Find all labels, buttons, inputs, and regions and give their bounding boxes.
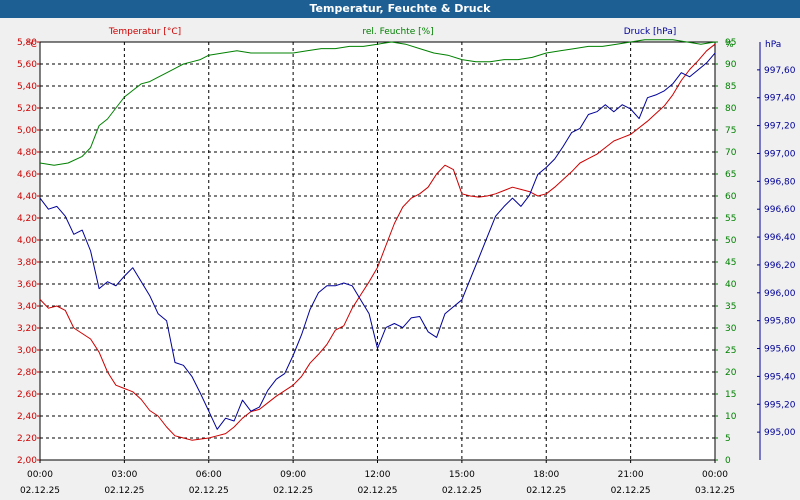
pressure-tick-label: 995,60 [764,345,796,355]
humidity-unit-label: % [725,40,734,50]
temperature-tick-label: 4,80 [17,148,37,158]
humidity-tick-label: 90 [725,60,737,70]
humidity-tick-label: 35 [725,302,736,312]
date-tick-label: 02.12.25 [526,486,566,496]
temperature-tick-label: 4,60 [17,170,37,180]
humidity-tick-label: 45 [725,258,736,268]
humidity-tick-label: 65 [725,170,736,180]
time-tick-label: 18:00 [533,470,559,480]
date-tick-label: 02.12.25 [357,486,397,496]
temperature-tick-label: 2,60 [17,390,37,400]
humidity-axis: 05101520253035404550556065707580859095 [715,38,737,466]
humidity-axis-label: rel. Feuchte [%] [362,27,433,37]
line-chart: 2,00 2,20 2,40 2,60 2,80 3,00 3,20 3,40 3,60 3,80… [17,27,796,496]
time-tick-label: 03:00 [111,470,137,480]
time-tick-label: 15:00 [449,470,475,480]
temperature-tick-label: 2,00 [17,456,37,466]
humidity-tick-label: 30 [725,324,737,334]
humidity-tick-label: 0 [725,456,731,466]
temperature-tick-label: 5,20 [17,104,37,114]
pressure-tick-label: 997,40 [764,94,796,104]
humidity-tick-label: 15 [725,390,736,400]
pressure-tick-label: 995,80 [764,317,796,327]
time-tick-label: 21:00 [618,470,644,480]
date-tick-label: 03.12.25 [695,486,735,496]
pressure-axis: 995,00 995,20 995,40 995,60 995,80 996,00 996,… [757,66,796,438]
temperature-tick-label: 5,00 [17,126,37,136]
pressure-axis-label: Druck [hPa] [624,27,677,37]
time-tick-label: 00:00 [27,470,53,480]
date-tick-label: 02.12.25 [189,486,229,496]
humidity-tick-label: 20 [725,368,737,378]
date-tick-label: 02.12.25 [442,486,482,496]
time-tick-label: 06:00 [196,470,222,480]
pressure-unit-label: hPa [765,40,781,50]
pressure-tick-label: 996,80 [764,177,796,187]
time-tick-label: 12:00 [365,470,391,480]
humidity-tick-label: 5 [725,434,731,444]
pressure-tick-label: 995,00 [764,428,796,438]
pressure-tick-label: 996,40 [764,233,796,243]
date-tick-label: 02.12.25 [20,486,60,496]
temperature-axis: 2,00 2,20 2,40 2,60 2,80 3,00 3,20 3,40 3,60 3,80… [17,38,40,466]
temperature-tick-label: 3,80 [17,258,37,268]
temperature-tick-label: 2,20 [17,434,37,444]
pressure-tick-label: 996,00 [764,289,796,299]
date-tick-label: 02.12.25 [104,486,144,496]
humidity-tick-label: 70 [725,148,737,158]
humidity-tick-label: 50 [725,236,737,246]
temperature-tick-label: 3,00 [17,346,37,356]
pressure-tick-label: 997,20 [764,122,796,132]
pressure-tick-label: 995,20 [764,400,796,410]
humidity-tick-label: 55 [725,214,736,224]
temperature-tick-label: 3,40 [17,302,37,312]
temperature-tick-label: 4,40 [17,192,37,202]
date-tick-label: 02.12.25 [611,486,651,496]
humidity-tick-label: 80 [725,104,737,114]
temperature-tick-label: 3,20 [17,324,37,334]
humidity-tick-label: 10 [725,412,737,422]
temperature-tick-label: 5,60 [17,60,37,70]
temperature-tick-label: 5,40 [17,82,37,92]
temperature-tick-label: 2,40 [17,412,37,422]
date-tick-label: 02.12.25 [273,486,313,496]
humidity-tick-label: 40 [725,280,737,290]
humidity-tick-label: 60 [725,192,737,202]
humidity-tick-label: 75 [725,126,736,136]
temperature-unit-label: °C [26,40,37,50]
temperature-axis-label: Temperatur [°C] [108,27,181,37]
pressure-tick-label: 996,20 [764,261,796,271]
pressure-tick-label: 997,00 [764,149,796,159]
pressure-tick-label: 997,60 [764,66,796,76]
time-axis: 00:00 02.12.25 03:00 02.12.25 06:00 02.12.25 0… [20,460,735,496]
humidity-tick-label: 25 [725,346,736,356]
temperature-tick-label: 4,00 [17,236,37,246]
humidity-tick-label: 85 [725,82,736,92]
pressure-tick-label: 995,40 [764,372,796,382]
time-tick-label: 00:00 [702,470,728,480]
temperature-tick-label: 4,20 [17,214,37,224]
chart-window: Temperatur, Feuchte & Druck 2,00 2,20 2,40… [0,0,800,500]
temperature-tick-label: 3,60 [17,280,37,290]
temperature-tick-label: 2,80 [17,368,37,378]
pressure-tick-label: 996,60 [764,205,796,215]
time-tick-label: 09:00 [280,470,306,480]
